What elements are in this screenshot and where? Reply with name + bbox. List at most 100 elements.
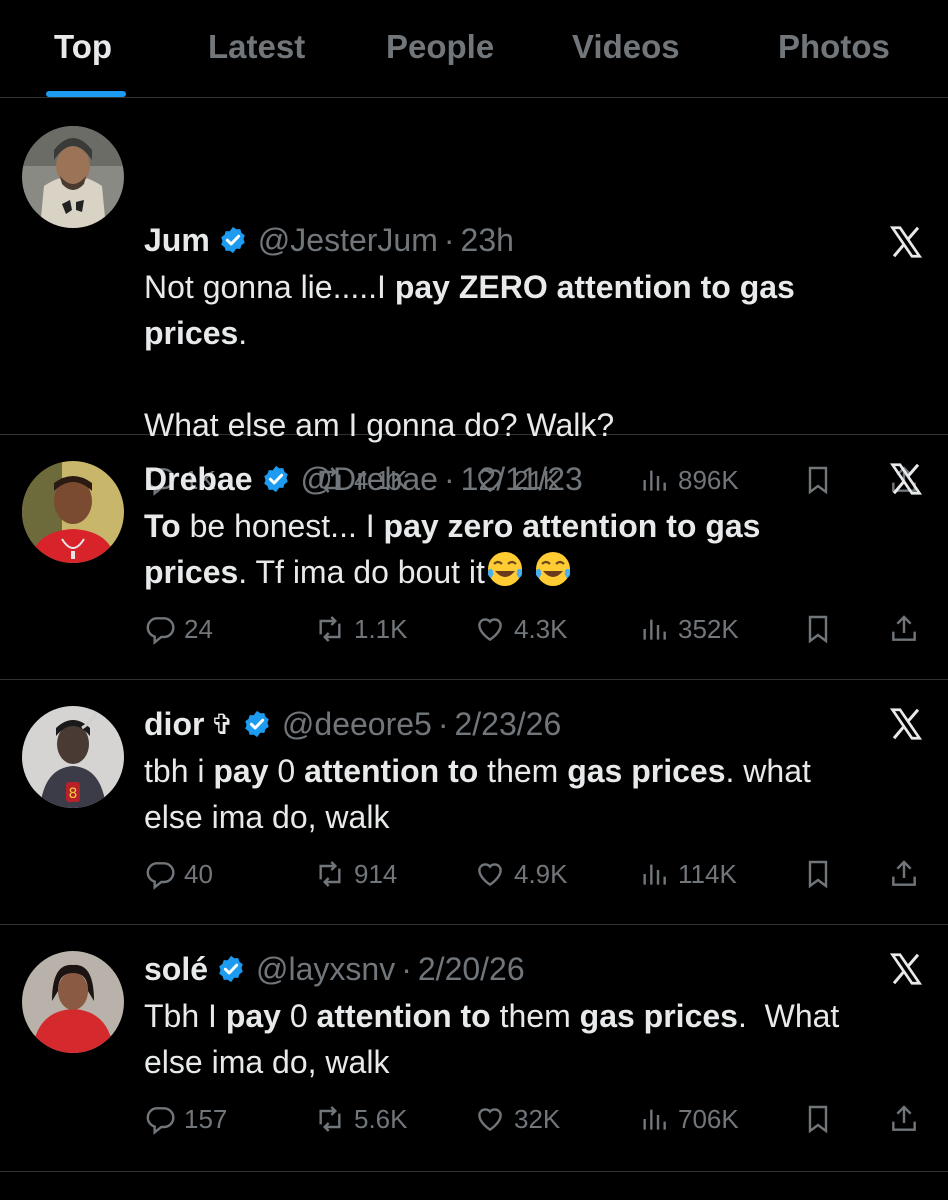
reply-count: 24 bbox=[184, 613, 213, 644]
tweet[interactable]: Drebae @Drebae · 12/11/23 To be honest..… bbox=[0, 435, 948, 680]
tab-videos[interactable]: Videos bbox=[572, 28, 680, 66]
verified-badge-icon bbox=[218, 225, 248, 255]
display-name[interactable]: Jum bbox=[144, 222, 210, 259]
reply-count: 40 bbox=[184, 858, 213, 889]
separator-dot: · bbox=[401, 950, 412, 987]
tweet[interactable]: 8 dior ✞ @deeore5 · 2/23/26 tbh i pay 0 … bbox=[0, 680, 948, 925]
like-count: 4.3K bbox=[514, 613, 568, 644]
reply-button[interactable]: 40 bbox=[144, 858, 213, 890]
views-button[interactable]: 706K bbox=[638, 1103, 739, 1135]
separator-dot: · bbox=[443, 221, 455, 258]
share-button[interactable] bbox=[888, 1103, 928, 1135]
share-icon bbox=[892, 860, 916, 886]
separator-dot: · bbox=[443, 460, 455, 497]
repost-button[interactable]: 5.6K bbox=[314, 1103, 408, 1135]
x-logo-icon bbox=[888, 224, 923, 258]
tweet-actions: 24 1.1K 4.3K 352K bbox=[144, 613, 924, 653]
avatar[interactable] bbox=[22, 461, 124, 563]
repost-icon bbox=[319, 861, 341, 887]
like-button[interactable]: 4.9K bbox=[474, 858, 568, 890]
x-logo-icon bbox=[888, 461, 923, 495]
separator-dot: · bbox=[437, 705, 449, 742]
heart-icon bbox=[478, 1108, 502, 1132]
view-count: 352K bbox=[678, 613, 739, 644]
like-button[interactable]: 32K bbox=[474, 1103, 560, 1135]
tab-photos[interactable]: Photos bbox=[778, 28, 890, 66]
x-logo-icon bbox=[888, 706, 923, 740]
bookmark-icon bbox=[808, 1105, 828, 1134]
bookmark-button[interactable] bbox=[802, 613, 842, 645]
views-icon bbox=[643, 864, 666, 885]
tweet-actions: 40 914 4.9K 114K bbox=[144, 858, 924, 898]
repost-count: 5.6K bbox=[354, 1103, 408, 1134]
display-name[interactable]: dior bbox=[144, 706, 204, 743]
timestamp[interactable]: 2/23/26 bbox=[454, 706, 561, 743]
reply-count: 157 bbox=[184, 1103, 228, 1134]
x-logo-icon bbox=[888, 951, 923, 985]
reply-button[interactable]: 24 bbox=[144, 613, 213, 645]
views-button[interactable]: 114K bbox=[638, 858, 737, 890]
tweet-text: tbh i pay 0 attention to them gas prices… bbox=[144, 753, 811, 835]
bookmark-button[interactable] bbox=[802, 1103, 842, 1135]
like-count: 32K bbox=[514, 1103, 561, 1134]
view-count: 114K bbox=[678, 858, 737, 889]
tweet-header: Drebae @Drebae · 12/11/23 bbox=[144, 459, 583, 499]
share-button[interactable] bbox=[888, 858, 928, 890]
bookmark-icon bbox=[808, 860, 828, 889]
tweet[interactable]: solé @layxsnv · 2/20/26 Tbh I pay 0 atte… bbox=[0, 925, 948, 1172]
user-handle[interactable]: @JesterJum bbox=[258, 222, 438, 259]
reply-icon bbox=[146, 862, 175, 890]
repost-icon bbox=[319, 616, 341, 642]
tweet-header: solé @layxsnv · 2/20/26 bbox=[144, 949, 525, 989]
display-name[interactable]: solé bbox=[144, 951, 208, 988]
reply-icon bbox=[146, 1107, 175, 1135]
tab-people[interactable]: People bbox=[386, 28, 494, 66]
tears-of-joy-emoji bbox=[533, 549, 573, 589]
avatar[interactable]: 8 bbox=[22, 706, 124, 808]
active-tab-indicator bbox=[46, 91, 126, 97]
svg-text:8: 8 bbox=[69, 786, 78, 802]
avatar[interactable] bbox=[22, 951, 124, 1053]
repost-icon bbox=[319, 1106, 341, 1132]
views-icon bbox=[643, 1109, 666, 1130]
views-icon bbox=[643, 619, 666, 640]
tab-latest[interactable]: Latest bbox=[208, 28, 305, 66]
tweet-text: Not gonna lie.....I pay ZERO attention t… bbox=[144, 269, 795, 443]
tab-top[interactable]: Top bbox=[54, 28, 112, 66]
views-button[interactable]: 352K bbox=[638, 613, 739, 645]
tweet-actions: 157 5.6K 32K 706K bbox=[144, 1103, 924, 1143]
tweet-text: Tbh I pay 0 attention to them gas prices… bbox=[144, 998, 840, 1080]
like-button[interactable]: 4.3K bbox=[474, 613, 568, 645]
timestamp[interactable]: 2/20/26 bbox=[418, 951, 525, 988]
verified-badge-icon bbox=[216, 954, 246, 984]
repost-button[interactable]: 914 bbox=[314, 858, 397, 890]
reply-button[interactable]: 157 bbox=[144, 1103, 227, 1135]
view-count: 706K bbox=[678, 1103, 739, 1134]
name-cross-symbol: ✞ bbox=[210, 708, 234, 740]
reply-icon bbox=[146, 617, 175, 645]
repost-button[interactable]: 1.1K bbox=[314, 613, 408, 645]
user-handle[interactable]: @Drebae bbox=[301, 461, 438, 498]
tweet-header: Jum @JesterJum · 23h bbox=[144, 220, 514, 260]
tweet[interactable]: Jum @JesterJum · 23h Not gonna lie.....I… bbox=[0, 98, 948, 496]
avatar[interactable] bbox=[22, 126, 124, 228]
share-icon bbox=[892, 615, 916, 641]
tweet-header: dior ✞ @deeore5 · 2/23/26 bbox=[144, 704, 561, 744]
verified-badge-icon bbox=[261, 464, 291, 494]
repost-count: 914 bbox=[354, 858, 398, 889]
heart-icon bbox=[478, 618, 502, 642]
timestamp[interactable]: 23h bbox=[461, 222, 514, 259]
user-handle[interactable]: @layxsnv bbox=[256, 951, 395, 988]
verified-badge-icon bbox=[242, 709, 272, 739]
timestamp[interactable]: 12/11/23 bbox=[461, 461, 583, 498]
share-button[interactable] bbox=[888, 613, 928, 645]
heart-icon bbox=[478, 863, 502, 887]
user-handle[interactable]: @deeore5 bbox=[282, 706, 432, 743]
display-name[interactable]: Drebae bbox=[144, 461, 253, 498]
bookmark-icon bbox=[808, 615, 828, 644]
tweet-text: To be honest... I pay zero attention to … bbox=[144, 508, 761, 590]
search-tabs: Top Latest People Videos Photos bbox=[0, 0, 948, 98]
bookmark-button[interactable] bbox=[802, 858, 842, 890]
tears-of-joy-emoji bbox=[485, 549, 525, 589]
share-icon bbox=[892, 1105, 916, 1131]
